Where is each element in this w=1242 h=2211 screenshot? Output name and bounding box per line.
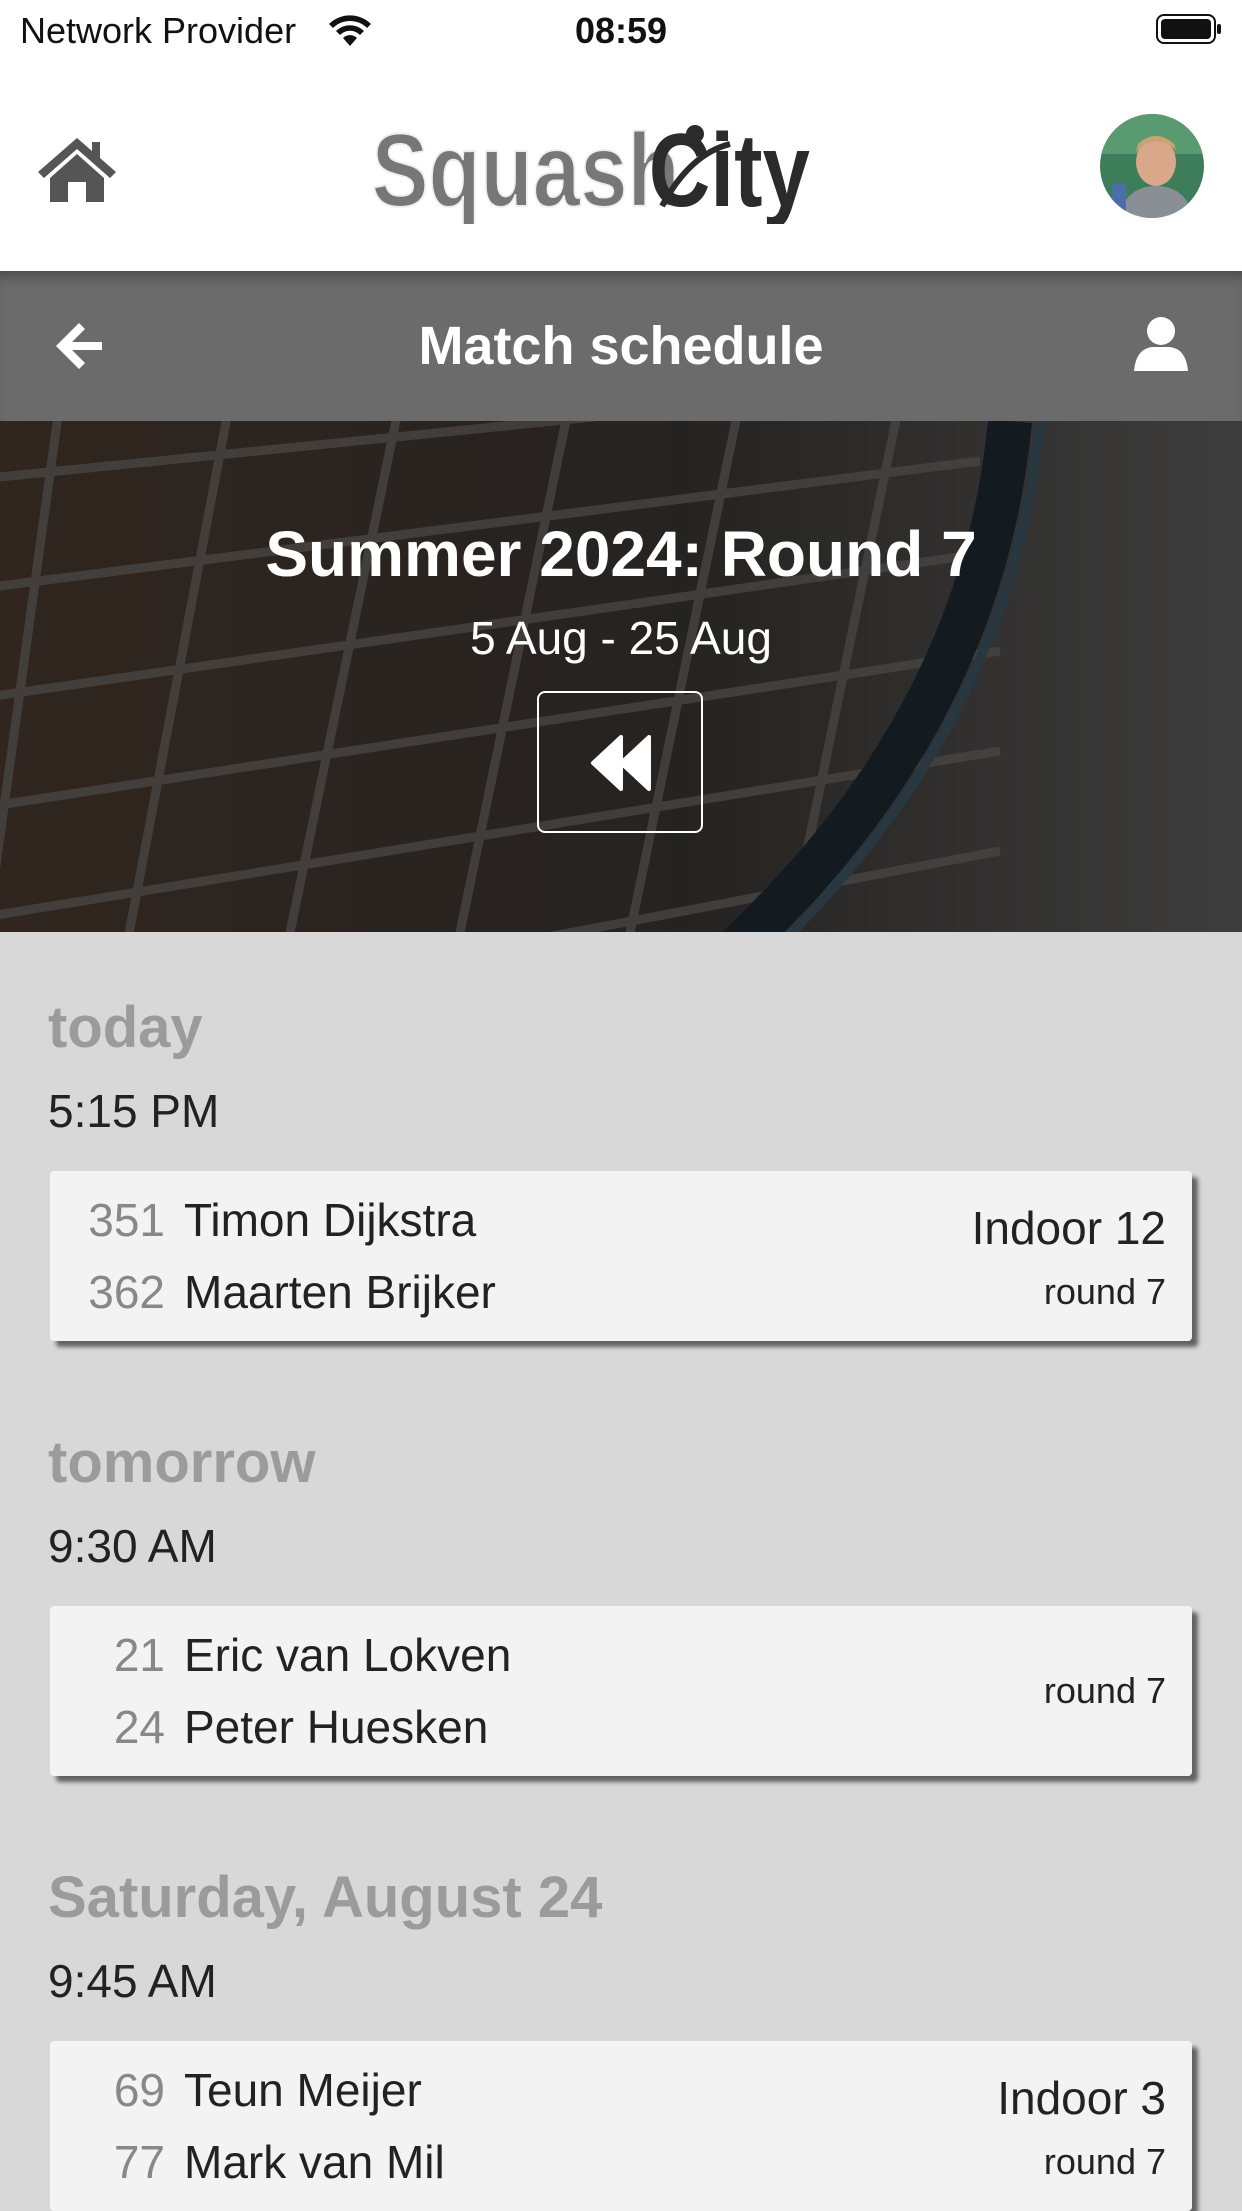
svg-text:Squash: Squash: [372, 114, 680, 224]
court-label: Indoor 12: [971, 1202, 1166, 1254]
player-name: Teun Meijer: [184, 2064, 422, 2116]
rewind-icon: [591, 735, 651, 791]
player-number: 77: [113, 2136, 165, 2188]
player-number: 24: [113, 1701, 165, 1753]
title-bar: Match schedule: [0, 271, 1242, 421]
player-name: Eric van Lokven: [184, 1629, 512, 1681]
round-label: round 7: [1043, 1670, 1166, 1711]
squashcity-logo[interactable]: Squash City: [370, 114, 850, 224]
avatar[interactable]: [1100, 114, 1204, 218]
match-time: 5:15 PM: [48, 1085, 220, 1137]
racket-strings-image: [0, 421, 1242, 932]
home-icon[interactable]: [36, 134, 118, 204]
svg-text:City: City: [649, 114, 810, 224]
day-heading: tomorrow: [48, 1430, 316, 1495]
round-label: round 7: [1043, 1271, 1166, 1312]
player-name: Timon Dijkstra: [184, 1194, 477, 1246]
battery-icon: [1156, 14, 1221, 44]
player-name: Maarten Brijker: [184, 1266, 496, 1318]
match-time: 9:45 AM: [48, 1955, 217, 2007]
status-bar: Network Provider 08:59: [0, 0, 1242, 64]
round-banner: Summer 2024: Round 7 5 Aug - 25 Aug: [0, 421, 1242, 932]
court-label: Indoor 3: [997, 2072, 1166, 2124]
round-title: Summer 2024: Round 7: [265, 518, 977, 590]
player-number: 69: [113, 2064, 165, 2116]
round-dates: 5 Aug - 25 Aug: [470, 612, 772, 664]
app-header: Squash City: [0, 64, 1242, 271]
player-number: 362: [88, 1266, 165, 1318]
match-card[interactable]: 21 Eric van Lokven 24 Peter Huesken roun…: [50, 1606, 1192, 1776]
previous-round-button[interactable]: [537, 691, 703, 833]
player-number: 351: [88, 1194, 165, 1246]
page-title: Match schedule: [418, 316, 824, 376]
user-icon[interactable]: [1132, 315, 1190, 373]
round-label: round 7: [1043, 2141, 1166, 2182]
player-name: Mark van Mil: [184, 2136, 445, 2188]
day-heading: today: [48, 995, 203, 1060]
clock: 08:59: [574, 10, 668, 51]
player-number: 21: [113, 1629, 165, 1681]
match-time: 9:30 AM: [48, 1520, 217, 1572]
match-card[interactable]: 69 Teun Meijer 77 Mark van Mil Indoor 3 …: [50, 2041, 1192, 2211]
day-heading: Saturday, August 24: [48, 1865, 603, 1930]
match-card[interactable]: 351 Timon Dijkstra 362 Maarten Brijker I…: [50, 1171, 1192, 1341]
player-name: Peter Huesken: [184, 1701, 489, 1753]
